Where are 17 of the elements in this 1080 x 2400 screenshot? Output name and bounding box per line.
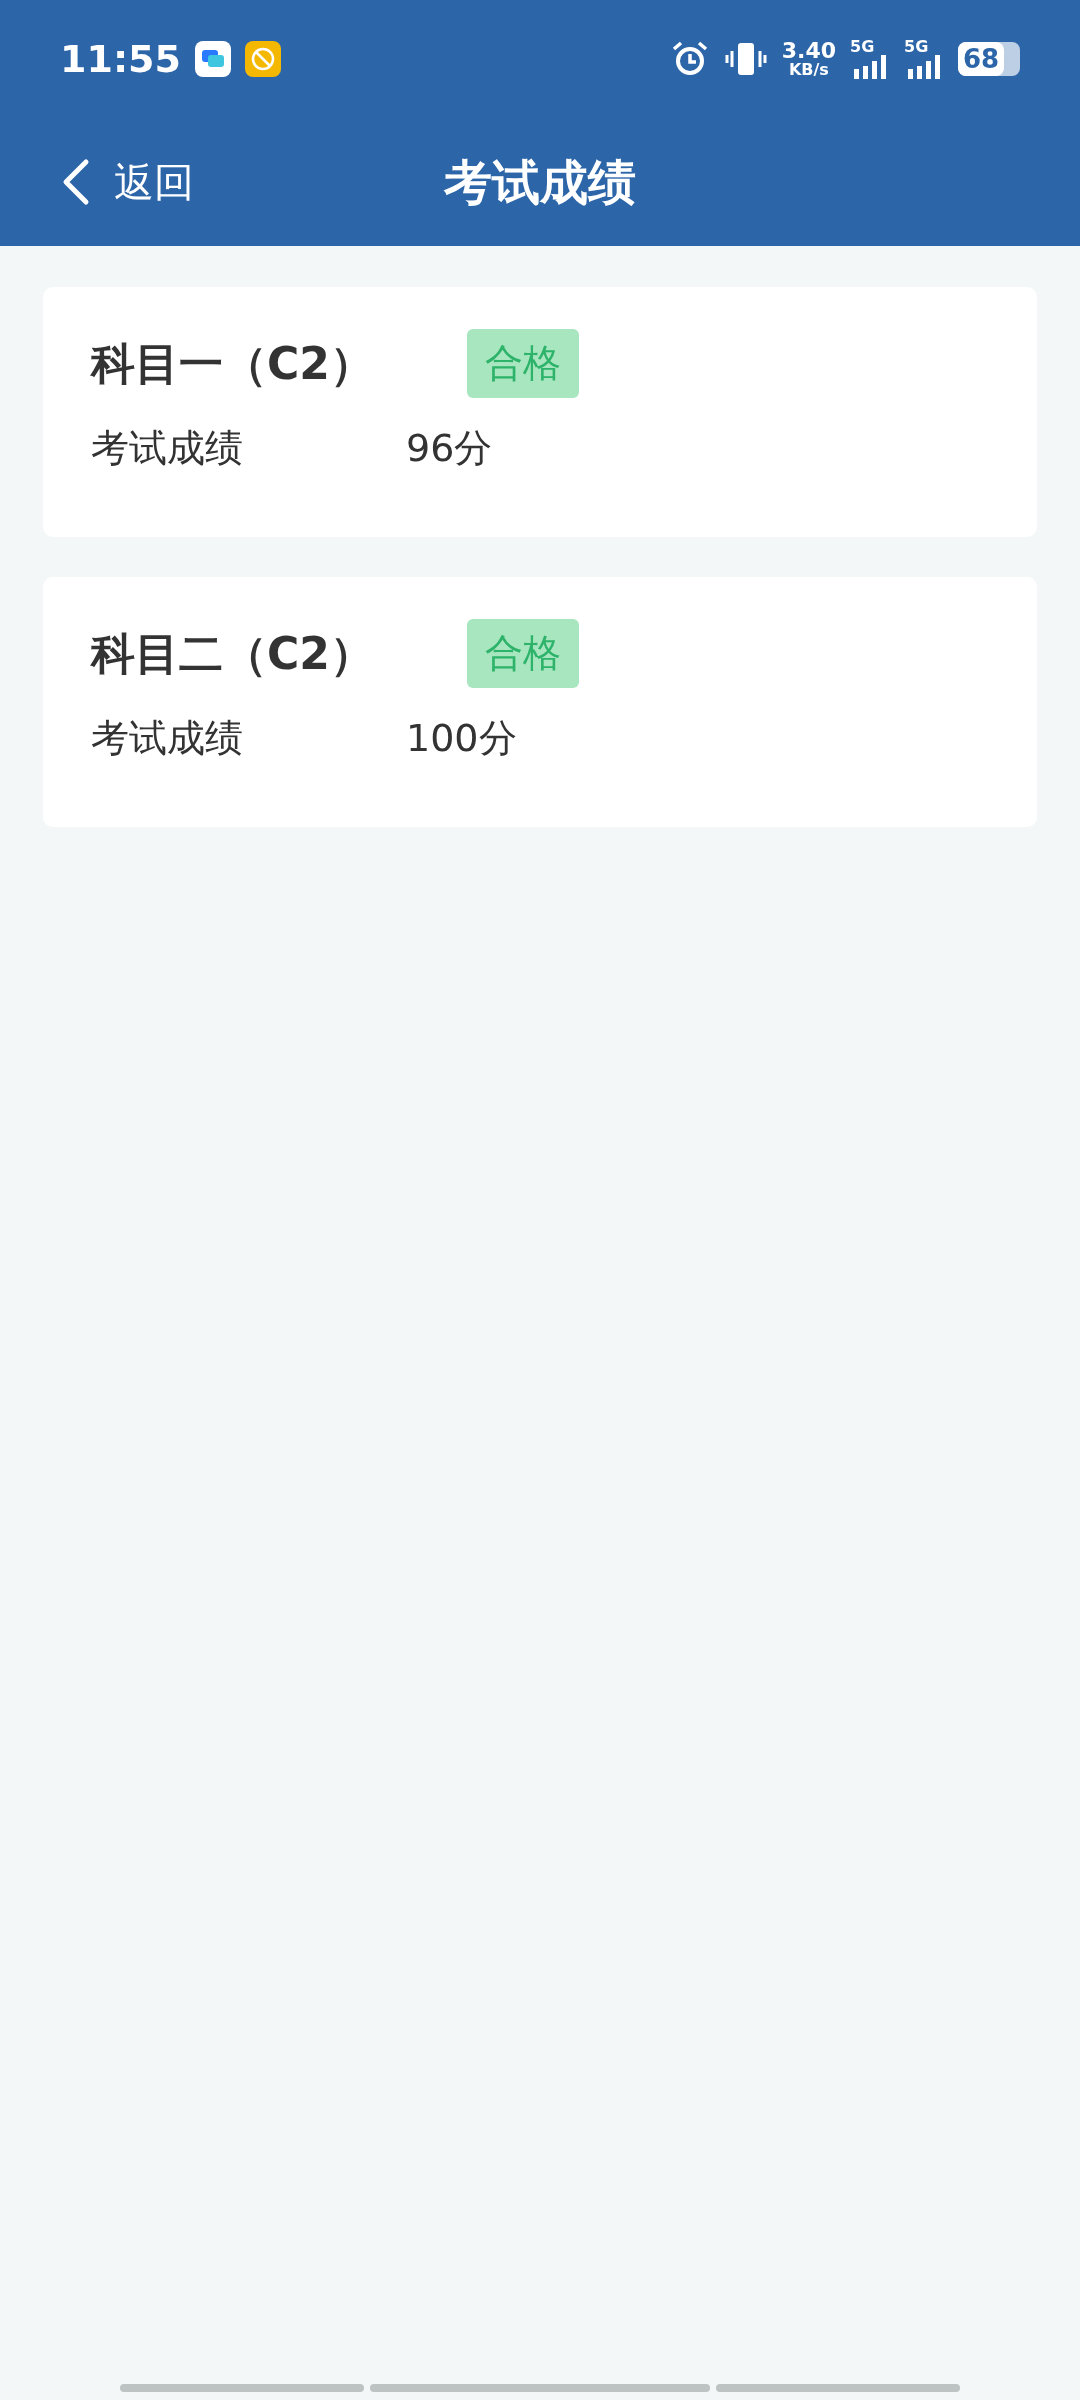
- status-badge: 合格: [467, 619, 579, 688]
- subject-title: 科目一（C2）: [91, 336, 375, 391]
- clock-time: 11:55: [60, 35, 181, 83]
- network-type: 5G: [850, 39, 876, 55]
- battery-indicator: 68: [958, 42, 1020, 76]
- network-speed: 3.40: [781, 40, 836, 62]
- network-type: 5G: [904, 39, 930, 55]
- score-value: 96分: [406, 425, 493, 472]
- network-speed-unit: KB/s: [788, 62, 829, 78]
- score-label: 考试成绩: [91, 715, 244, 762]
- chat-app-icon: [194, 41, 231, 77]
- score-value: 100分: [406, 715, 517, 762]
- page-title: 考试成绩: [444, 153, 636, 212]
- score-label: 考试成绩: [91, 425, 244, 472]
- subject-title: 科目二（C2）: [91, 626, 375, 681]
- status-badge: 合格: [467, 329, 579, 398]
- back-button[interactable]: 返回: [60, 152, 194, 212]
